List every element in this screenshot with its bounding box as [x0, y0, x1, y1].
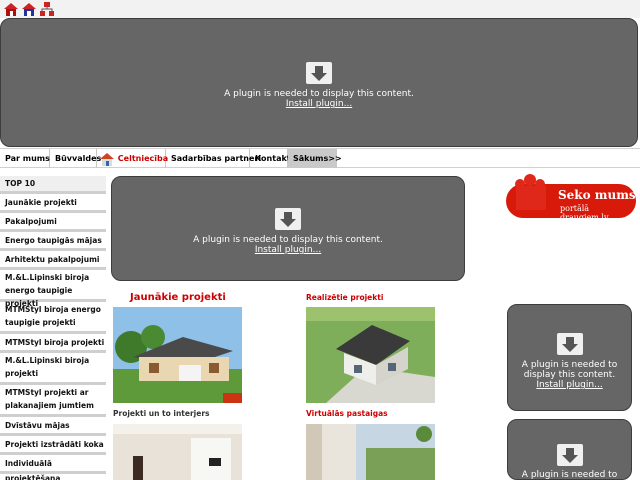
plugin-message: A plugin is needed to display this conte… [193, 235, 383, 245]
main-nav: Par mums Būvvaldes Celtniecība Sadarbība… [0, 148, 640, 168]
banner-title: Seko mums [558, 188, 636, 202]
virtualas-pastaigas-photo[interactable] [306, 424, 435, 480]
jaunakie-projekti-photo[interactable] [113, 307, 242, 403]
sidebar-item-mtmstyl-projekti[interactable]: MTMStyl biroja projekti [0, 335, 106, 353]
right-plugin-placeholder-2[interactable]: A plugin is needed to display this conte… [507, 419, 632, 480]
nav-item-celtnieciba-label: Celtniecība [117, 154, 169, 163]
home-icon[interactable] [3, 1, 19, 17]
plugin-install-link[interactable]: Install plugin... [508, 380, 631, 390]
nav-item-celtnieciba[interactable]: Celtniecība [97, 149, 169, 168]
plugin-icon [556, 333, 583, 355]
plugin-message: A plugin is needed to display this conte… [521, 470, 618, 480]
sidebar-item-jaunakie[interactable]: Jaunākie projekti [0, 195, 106, 213]
virtualas-pastaigas-title[interactable]: Virtuālās pastaigas [306, 409, 388, 418]
network-icon[interactable] [39, 1, 55, 17]
sidebar-item-koka[interactable]: Projekti izstrādāti koka [0, 437, 106, 455]
sidebar-item-energo[interactable]: Energo taupigās mājas [0, 233, 106, 251]
sidebar-item-pakalpojumi[interactable]: Pakalpojumi [0, 214, 106, 232]
nav-item-sakums[interactable]: Sākums>> [288, 149, 342, 168]
plugin-message: A plugin is needed to display this conte… [224, 89, 414, 99]
plugin-icon [556, 444, 583, 466]
sidebar-item-plakanajiem[interactable]: MTMStyl projekti ar plakanajiem jumtiem [0, 386, 106, 417]
header-plugin-placeholder[interactable]: A plugin is needed to display this conte… [0, 18, 638, 147]
realizetie-projekti-title[interactable]: Realizētie projekti [306, 293, 383, 302]
projekti-interjers-title[interactable]: Projekti un to interjers [113, 409, 210, 418]
jaunakie-projekti-title[interactable]: Jaunākie projekti [130, 292, 226, 303]
draugiem-banner[interactable]: Seko mums portālā draugiem.lv [506, 172, 636, 222]
plugin-message: A plugin is needed to display this conte… [521, 360, 618, 380]
nav-item-buvvaldes[interactable]: Būvvaldes [50, 149, 101, 168]
plugin-install-link[interactable]: Install plugin... [112, 245, 464, 255]
realizetie-projekti-photo[interactable] [306, 307, 435, 403]
plugin-icon [275, 208, 301, 230]
sidebar-item-lipinski-projekti[interactable]: M.&L.Lipinski biroja projekti [0, 354, 106, 385]
banner-subtitle: portālā draugiem.lv [560, 204, 609, 222]
top-icon-bar [0, 0, 640, 18]
sidebar-item-divstavu[interactable]: Dvīstāvu mājas [0, 418, 106, 436]
plugin-icon [306, 62, 332, 84]
sidebar-item-lipinski-energo[interactable]: M.&L.Lipinski biroja energo taupigie pro… [0, 271, 106, 308]
center-plugin-placeholder[interactable]: A plugin is needed to display this conte… [111, 176, 465, 281]
plugin-install-link[interactable]: Install plugin... [1, 99, 637, 109]
sidebar-item-arhitektu[interactable]: Arhitektu pakalpojumi [0, 252, 106, 270]
sidebar-item-mtmstyl-energo[interactable]: MTMStyl biroja energo taupigie projekti [0, 303, 106, 334]
nav-item-par-mums[interactable]: Par mums [0, 149, 50, 168]
interjers-photo[interactable] [113, 424, 242, 480]
sidebar-item-top10[interactable]: TOP 10 [0, 176, 106, 194]
sidebar-item-individuala[interactable]: Individuālā projektēšana [0, 456, 106, 480]
house-icon [100, 152, 114, 166]
house-blue-icon[interactable] [21, 1, 37, 17]
nav-item-sadarbibas-partneri[interactable]: Sadarbības partneri [166, 149, 261, 168]
nav-item-kontakti[interactable]: Kontakti [250, 149, 293, 168]
right-plugin-placeholder-1[interactable]: A plugin is needed to display this conte… [507, 304, 632, 411]
